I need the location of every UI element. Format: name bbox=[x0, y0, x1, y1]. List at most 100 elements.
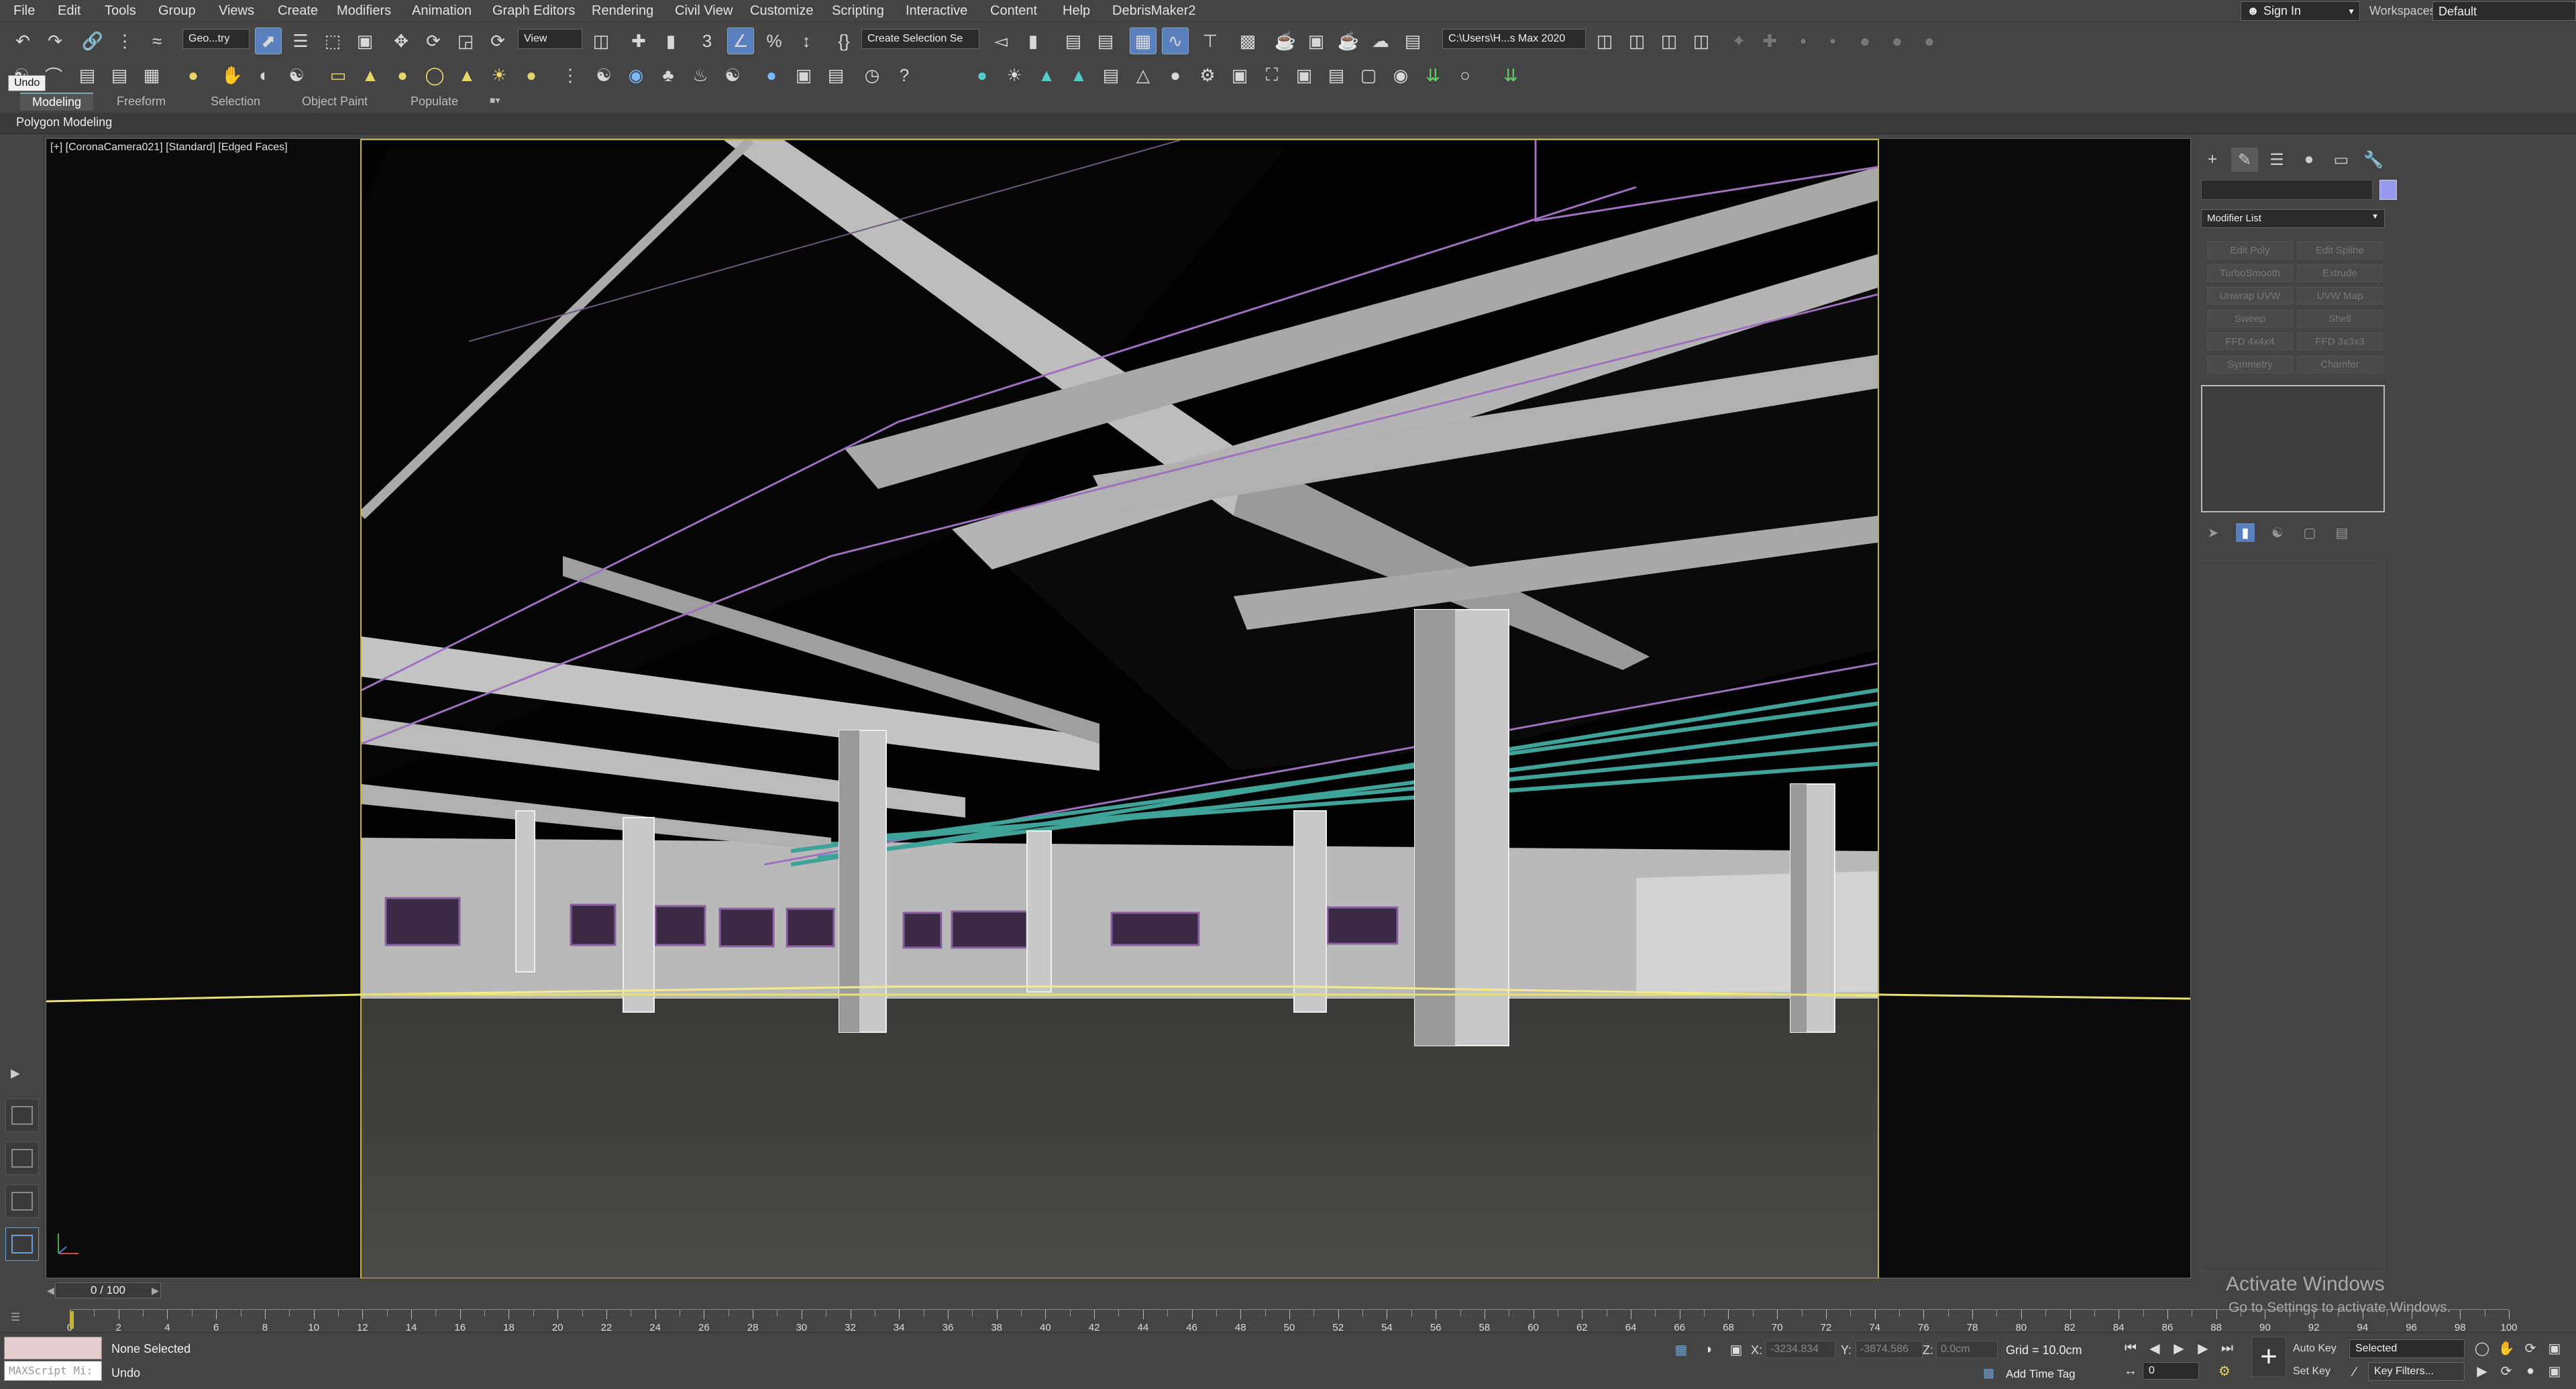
set-key-button[interactable]: Set Key bbox=[2293, 1362, 2343, 1381]
box-icon[interactable]: ▭ bbox=[325, 62, 352, 89]
roll-icon[interactable]: ⟳ bbox=[2496, 1361, 2517, 1381]
corona-vfb-icon[interactable]: ▣ bbox=[790, 62, 817, 89]
menu-customize[interactable]: Customize bbox=[750, 3, 813, 19]
rendered-frame-icon[interactable]: ▣ bbox=[1303, 27, 1330, 54]
expand-arrow-icon[interactable]: ▶ bbox=[11, 1066, 20, 1080]
menu-file[interactable]: File bbox=[13, 3, 35, 19]
time-slider-thumb[interactable]: 0 / 100 bbox=[55, 1282, 161, 1298]
edit-named-sets-icon[interactable]: {} bbox=[830, 27, 857, 54]
hierarchy-tab-icon[interactable]: ☰ bbox=[2263, 148, 2290, 172]
maxscript-mini-input[interactable]: MAXScript Mi: bbox=[4, 1361, 102, 1381]
create-tab-icon[interactable]: + bbox=[2199, 148, 2226, 172]
clock-icon[interactable]: ◷ bbox=[859, 62, 885, 89]
track-bar[interactable]: ☰ 02468101214161820222426283032343638404… bbox=[0, 1304, 2576, 1333]
corona-slicer-icon[interactable]: △ bbox=[1130, 62, 1157, 89]
corona-crop-icon[interactable]: ⛶ bbox=[1258, 62, 1285, 89]
layer-explorer-icon[interactable]: ▤ bbox=[1060, 27, 1087, 54]
hair-icon[interactable]: ☯ bbox=[719, 62, 746, 89]
scale-icon[interactable]: ◲ bbox=[452, 27, 479, 54]
pivot-center-icon[interactable]: ◫ bbox=[588, 27, 614, 54]
menu-civil-view[interactable]: Civil View bbox=[675, 3, 733, 19]
undo-icon[interactable]: ↶ bbox=[9, 27, 36, 54]
material-editor-icon[interactable]: ▩ bbox=[1234, 27, 1261, 54]
sphere-icon[interactable]: ● bbox=[389, 62, 416, 89]
mod-extrude-button[interactable]: Extrude bbox=[2297, 264, 2383, 282]
absolute-mode-icon[interactable]: ▣ bbox=[1725, 1339, 1747, 1359]
dot-1-icon[interactable]: • bbox=[1790, 27, 1817, 54]
go-to-end-icon[interactable]: ⏭ bbox=[2216, 1338, 2238, 1358]
key-selection-select[interactable]: Selected bbox=[2349, 1339, 2465, 1358]
corona-bulb-icon[interactable]: ● bbox=[1162, 62, 1189, 89]
corona-gear-icon[interactable]: ⚙ bbox=[1194, 62, 1221, 89]
image-icon[interactable]: ▤ bbox=[74, 62, 101, 89]
auto-key-button[interactable]: Auto Key bbox=[2293, 1339, 2343, 1358]
utilities-tab-icon[interactable]: 🔧 bbox=[2360, 148, 2387, 172]
time-tag-icon[interactable]: ▩ bbox=[1983, 1366, 1994, 1380]
z-coordinate-field[interactable]: 0.0cm bbox=[1936, 1341, 1998, 1358]
tool-a-icon[interactable]: ✦ bbox=[1725, 27, 1752, 54]
torus-icon[interactable]: ◯ bbox=[421, 62, 448, 89]
corona-decal-icon[interactable]: ▤ bbox=[1097, 62, 1124, 89]
mod-turbosmooth-button[interactable]: TurboSmooth bbox=[2207, 264, 2293, 282]
selection-filter-select[interactable]: Geo...try bbox=[182, 29, 250, 49]
pin-stack-icon[interactable]: ➤ bbox=[2204, 523, 2222, 542]
field-of-view-icon[interactable]: ▣ bbox=[2544, 1338, 2565, 1358]
scene-explorer-icon[interactable]: ▤ bbox=[1092, 27, 1119, 54]
track-bar-menu-icon[interactable]: ☰ bbox=[11, 1311, 51, 1327]
menu-edit[interactable]: Edit bbox=[58, 3, 80, 19]
hand-icon[interactable]: ✋ bbox=[219, 62, 246, 89]
object-name-field[interactable] bbox=[2201, 180, 2373, 200]
fire-icon[interactable]: ♨ bbox=[687, 62, 714, 89]
dome-icon[interactable]: ▲ bbox=[357, 62, 384, 89]
keyboard-shortcut-icon[interactable]: ▮ bbox=[657, 27, 684, 54]
move-icon[interactable]: ✥ bbox=[388, 27, 415, 54]
ribbon-options-icon[interactable]: ■▾ bbox=[490, 95, 500, 106]
isolate-selection-icon[interactable]: ▦ bbox=[1670, 1339, 1692, 1359]
modify-tab-icon[interactable]: ✎ bbox=[2231, 148, 2258, 172]
render-icon[interactable]: ☕ bbox=[1335, 27, 1362, 54]
half-circle-icon[interactable]: ◐ bbox=[251, 62, 278, 89]
next-frame-icon[interactable]: ▶ bbox=[2192, 1338, 2214, 1358]
select-manipulate-icon[interactable]: ✚ bbox=[625, 27, 652, 54]
modifier-list-select[interactable]: Modifier List ▼ bbox=[2201, 209, 2385, 228]
percent-snap-icon[interactable]: % bbox=[761, 27, 788, 54]
corona-light-icon[interactable]: ● bbox=[969, 62, 996, 89]
save-file-icon[interactable]: ◫ bbox=[1656, 27, 1682, 54]
project-folder-icon[interactable]: ◫ bbox=[1591, 27, 1618, 54]
menu-help[interactable]: Help bbox=[1063, 3, 1090, 19]
viewport-label[interactable]: [+] [CoronaCamera021] [Standard] [Edged … bbox=[50, 142, 288, 154]
display-tab-icon[interactable]: ▭ bbox=[2328, 148, 2355, 172]
mod-ffd-3x3x3-button[interactable]: FFD 3x3x3 bbox=[2297, 333, 2383, 350]
tab-selection[interactable]: Selection bbox=[211, 95, 260, 109]
previous-frame-icon[interactable]: ◀ bbox=[2144, 1338, 2165, 1358]
chain-icon[interactable]: ☯ bbox=[590, 62, 617, 89]
rectangular-selection-icon[interactable]: ⬚ bbox=[319, 27, 346, 54]
tab-populate[interactable]: Populate bbox=[411, 95, 458, 109]
bind-spacewarp-icon[interactable]: ≈ bbox=[144, 27, 170, 54]
sync-icon[interactable]: ◫ bbox=[1688, 27, 1715, 54]
corona-camera-icon[interactable]: ▣ bbox=[1226, 62, 1253, 89]
pan-icon[interactable]: ✋ bbox=[2496, 1338, 2517, 1358]
ribbon-toggle-icon[interactable]: ▦ bbox=[1130, 27, 1157, 54]
add-time-tag-button[interactable]: Add Time Tag bbox=[2006, 1368, 2076, 1381]
sign-in-dropdown[interactable]: ☻ Sign In ▼ bbox=[2241, 1, 2360, 21]
named-selection-select[interactable]: Create Selection Se bbox=[861, 29, 979, 49]
circle-2-icon[interactable]: ● bbox=[1884, 27, 1911, 54]
unlink-icon[interactable]: ⋮ bbox=[111, 27, 138, 54]
circle-3-icon[interactable]: ● bbox=[1916, 27, 1943, 54]
render-a360-icon[interactable]: ▤ bbox=[1399, 27, 1426, 54]
corona-sun-icon[interactable]: ☀ bbox=[1001, 62, 1028, 89]
table-icon[interactable]: ▤ bbox=[106, 62, 133, 89]
show-end-result-icon[interactable]: ▮ bbox=[2236, 523, 2255, 542]
dot-2-icon[interactable]: • bbox=[1819, 27, 1846, 54]
go-to-start-icon[interactable]: ⏮ bbox=[2120, 1338, 2141, 1358]
menu-rendering[interactable]: Rendering bbox=[592, 3, 653, 19]
x-coordinate-field[interactable]: -3234.834 bbox=[1766, 1341, 1835, 1358]
menu-views[interactable]: Views bbox=[219, 3, 254, 19]
mod-unwrap-uvw-button[interactable]: Unwrap UVW bbox=[2207, 287, 2293, 304]
window-crossing-icon[interactable]: ▣ bbox=[352, 27, 378, 54]
mod-shell-button[interactable]: Shell bbox=[2297, 310, 2383, 327]
key-filters-button[interactable]: Key Filters... bbox=[2368, 1362, 2465, 1381]
corona-render-icon[interactable]: ● bbox=[758, 62, 785, 89]
tab-object-paint[interactable]: Object Paint bbox=[302, 95, 368, 109]
